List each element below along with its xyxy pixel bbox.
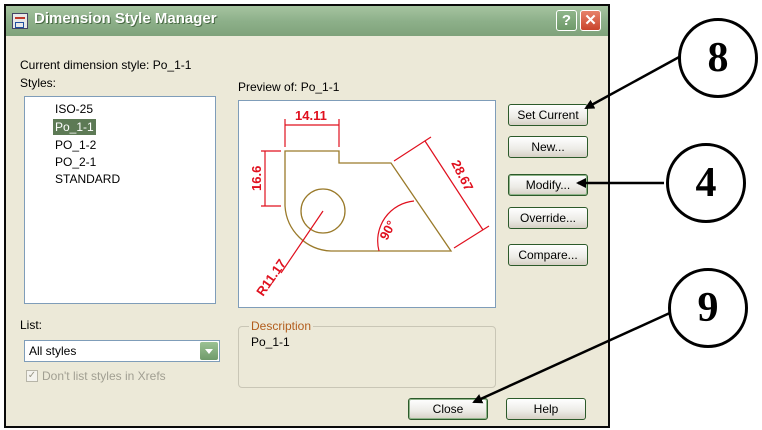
callout-4: 4 xyxy=(666,143,746,223)
callout-9: 9 xyxy=(668,268,748,348)
annotation-arrows xyxy=(472,54,682,404)
callout-8: 8 xyxy=(678,18,758,98)
